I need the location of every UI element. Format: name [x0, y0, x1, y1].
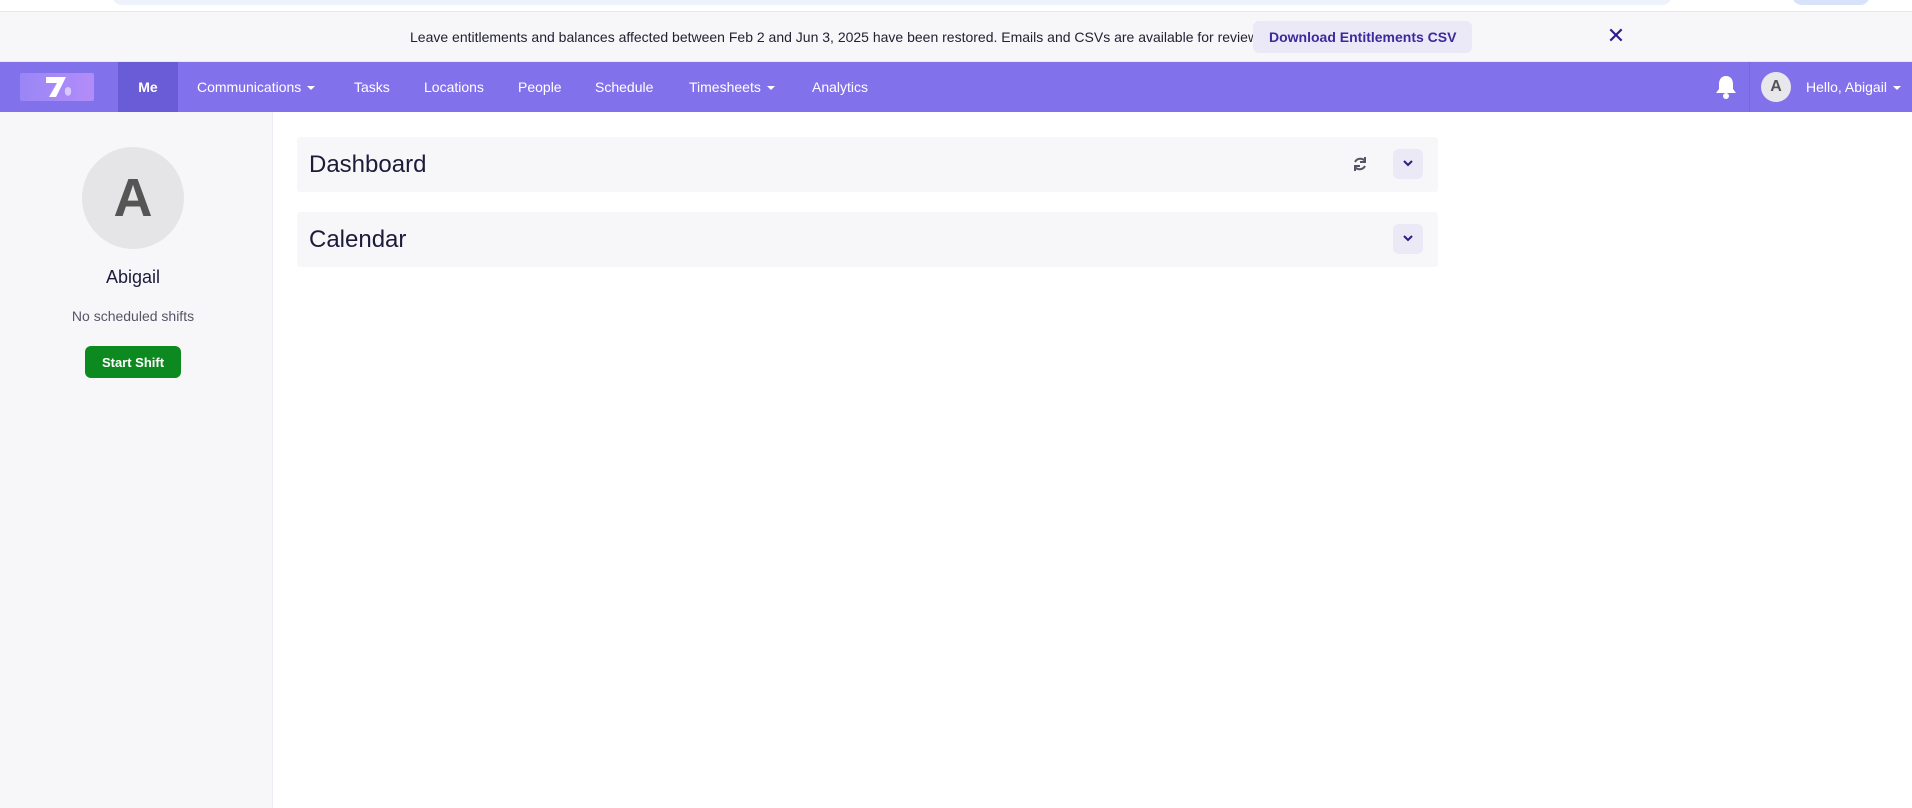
dashboard-panel: Dashboard	[297, 137, 1438, 192]
start-shift-button[interactable]: Start Shift	[85, 346, 181, 378]
user-greeting-label: Hello, Abigail	[1806, 79, 1887, 95]
download-entitlements-button[interactable]: Download Entitlements CSV	[1253, 21, 1473, 53]
close-icon[interactable]: ✕	[1604, 22, 1628, 50]
browser-strip	[0, 0, 1912, 12]
chevron-down-icon	[1403, 160, 1413, 167]
panel-title-dashboard: Dashboard	[309, 151, 427, 178]
caret-down-icon	[1892, 86, 1901, 91]
calendar-collapse-button[interactable]	[1393, 224, 1423, 254]
profile-sidebar: A Abigail No scheduled shifts Start Shif…	[0, 112, 273, 808]
banner-message: Leave entitlements and balances affected…	[410, 29, 1262, 45]
calendar-panel: Calendar	[297, 212, 1438, 267]
nav-me[interactable]: Me	[118, 62, 178, 112]
nav-schedule[interactable]: Schedule	[595, 62, 653, 112]
announcement-banner: Leave entitlements and balances affected…	[0, 12, 1912, 62]
nav-tasks[interactable]: Tasks	[354, 62, 390, 112]
top-navbar: Me Communications Tasks Locations People…	[0, 62, 1912, 112]
panel-title-calendar: Calendar	[309, 226, 407, 253]
bell-icon[interactable]	[1714, 74, 1738, 100]
logo[interactable]	[20, 73, 94, 101]
nav-divider	[1749, 62, 1750, 112]
refresh-icon[interactable]	[1352, 155, 1368, 173]
nav-communications[interactable]: Communications	[197, 62, 316, 112]
caret-down-icon	[766, 86, 775, 91]
profile-name: Abigail	[105, 267, 161, 287]
avatar[interactable]: A	[1761, 72, 1791, 102]
caret-down-icon	[307, 86, 316, 91]
profile-avatar: A	[82, 147, 184, 249]
nav-timesheets-label: Timesheets	[689, 79, 761, 95]
nav-timesheets[interactable]: Timesheets	[689, 62, 775, 112]
address-bar[interactable]	[112, 0, 1672, 5]
browser-pill-button[interactable]	[1792, 0, 1870, 5]
chevron-down-icon	[1403, 235, 1413, 242]
nav-people[interactable]: People	[518, 62, 562, 112]
nav-analytics[interactable]: Analytics	[812, 62, 868, 112]
scheduled-shifts-status: No scheduled shifts	[71, 308, 195, 324]
dashboard-collapse-button[interactable]	[1393, 149, 1423, 179]
nav-locations[interactable]: Locations	[424, 62, 484, 112]
user-menu[interactable]: Hello, Abigail	[1806, 62, 1901, 112]
nav-communications-label: Communications	[197, 79, 302, 95]
